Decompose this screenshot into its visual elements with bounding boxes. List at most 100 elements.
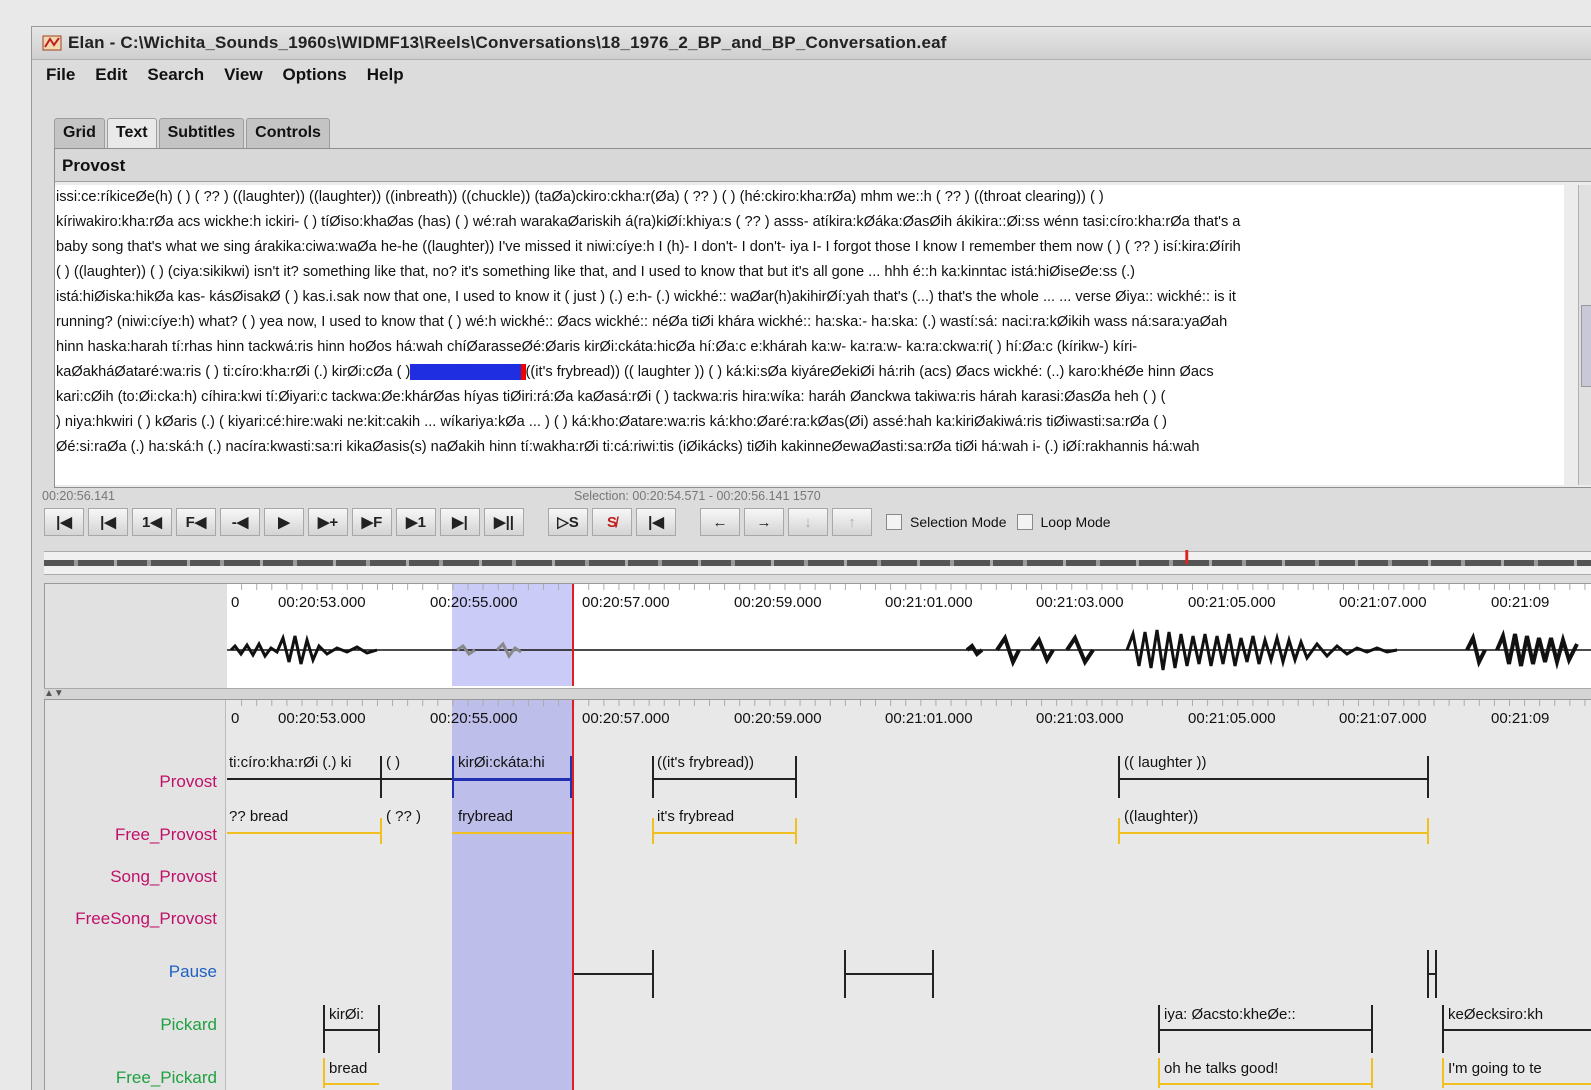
annotation-bar (452, 832, 572, 834)
tier-name-pause[interactable]: Pause (169, 962, 217, 982)
annotation-boundary (1118, 818, 1120, 844)
annotation-provost-selected[interactable]: kirØi:ckáta:hi (458, 754, 570, 771)
annotation-free-provost[interactable]: it's frybread (657, 808, 787, 825)
checkbox-box[interactable] (886, 514, 902, 530)
annotation-provost[interactable]: (( laughter )) (1124, 754, 1324, 771)
next-frame-button[interactable]: ▶| (440, 508, 480, 536)
annotation-pickard[interactable]: kirØi: (329, 1006, 379, 1023)
annotation-pickard[interactable]: keØecksiro:kh (1448, 1006, 1591, 1023)
selection-boundary-button[interactable]: |◀ (636, 508, 676, 536)
annotation-free-pickard[interactable]: I'm going to te (1448, 1060, 1591, 1077)
playhead-crosshair[interactable] (572, 584, 574, 686)
tab-grid[interactable]: Grid (54, 118, 105, 148)
timeline-viewer[interactable]: Provost Free_Provost Song_Provost FreeSo… (44, 699, 1591, 1090)
text-line: istá:hiØiska:hikØa kas- kásØisakØ ( ) ka… (56, 289, 1236, 305)
ruler-label: 00:20:53.000 (278, 594, 366, 611)
annotation-bar (1118, 832, 1428, 834)
selected-annotation-highlight[interactable]: kirØi:ckáta:hicØa (410, 364, 522, 380)
previous-frame-button[interactable]: |◀ (88, 508, 128, 536)
annotation-boundary (380, 756, 382, 798)
loop-mode-checkbox[interactable]: Loop Mode (1016, 514, 1111, 530)
menu-view[interactable]: View (224, 65, 262, 85)
go-to-begin-button[interactable]: |◀ (44, 508, 84, 536)
annotation-free-pickard[interactable]: bread (329, 1060, 379, 1077)
tier-name-freesong-provost[interactable]: FreeSong_Provost (75, 909, 217, 929)
pause-bar[interactable] (844, 973, 932, 975)
ruler-label: 00:20:55.000 (430, 594, 518, 611)
annotation-provost[interactable]: ( ) (386, 754, 426, 771)
waveform-viewer[interactable]: 0 00:20:53.000 00:20:55.000 00:20:57.000… (44, 583, 1591, 689)
scroll-thumb[interactable] (1581, 305, 1591, 387)
text-line: issi:ce:ríkiceØe(h) ( ) ( ?? ) ((laughte… (56, 189, 1104, 205)
waveform (227, 628, 1591, 671)
step-forward-frame-button[interactable]: ▶F (352, 508, 392, 536)
annotation-below-button[interactable]: ↓ (788, 508, 828, 536)
ruler-label: 00:21:05.000 (1188, 710, 1276, 727)
annotation-above-button[interactable]: ↑ (832, 508, 872, 536)
text-line: running? (niwi:cíye:h) what? ( ) yea now… (56, 314, 1228, 330)
waveform-gutter (45, 584, 227, 688)
checkbox-box[interactable] (1016, 514, 1033, 530)
playhead-crosshair[interactable] (572, 700, 574, 1090)
previous-annotation-button[interactable]: ← (700, 508, 740, 536)
menu-edit[interactable]: Edit (95, 65, 127, 85)
tier-selector[interactable]: Provost (55, 149, 1591, 182)
tab-controls[interactable]: Controls (246, 118, 330, 148)
annotation-boundary (795, 818, 797, 844)
timeline-overview[interactable]: I (44, 547, 1591, 575)
ruler-label: 00:20:55.000 (430, 710, 518, 727)
tab-text[interactable]: Text (106, 118, 157, 148)
text-line: kíriwakiro:kha:rØa acs wickhe:h ickiri- … (56, 214, 1241, 230)
clear-selection-button[interactable]: S̸ (592, 508, 632, 536)
text-line: hinn haska:harah tí:rhas hinn tackwá:ris… (56, 339, 1138, 355)
menu-file[interactable]: File (46, 65, 75, 85)
annotation-free-provost[interactable]: ( ?? ) (386, 808, 446, 825)
annotation-free-provost[interactable]: ((laughter)) (1124, 808, 1324, 825)
text-line: ( ) ((laughter)) ( ) (ciya:sikikwi) isn'… (56, 264, 1136, 280)
ruler-label: 00:20:59.000 (734, 594, 822, 611)
text-viewer-area[interactable]: issi:ce:ríkiceØe(h) ( ) ( ?? ) ((laughte… (55, 185, 1564, 485)
tab-subtitles[interactable]: Subtitles (158, 118, 245, 148)
go-to-end-button[interactable]: ▶|| (484, 508, 524, 536)
play-selection-button[interactable]: ▷S (548, 508, 588, 536)
step-forward-second-button[interactable]: ▶1 (396, 508, 436, 536)
annotation-free-pickard[interactable]: oh he talks good! (1164, 1060, 1364, 1077)
pause-bar[interactable] (572, 973, 652, 975)
annotation-provost[interactable]: ti:círo:kha:rØi (.) ki (229, 754, 379, 771)
text-scrollbar[interactable] (1578, 185, 1591, 485)
menu-search[interactable]: Search (147, 65, 204, 85)
menu-help[interactable]: Help (367, 65, 404, 85)
annotation-pickard[interactable]: iya: Øacsto:kheØe:: (1164, 1006, 1364, 1023)
step-forward-pixel-button[interactable]: ▶+ (308, 508, 348, 536)
annotation-bar (380, 778, 452, 780)
tier-name-free-provost[interactable]: Free_Provost (115, 825, 217, 845)
window-title: Elan - C:\Wichita_Sounds_1960s\WIDMF13\R… (68, 33, 947, 52)
step-back-second-button[interactable]: 1◀ (132, 508, 172, 536)
annotation-free-provost[interactable]: frybread (458, 808, 558, 825)
overview-strip (44, 560, 1591, 566)
tier-name-pickard[interactable]: Pickard (160, 1015, 217, 1035)
loop-mode-label: Loop Mode (1040, 514, 1111, 530)
annotation-boundary (1371, 1005, 1373, 1053)
step-back-pixel-button[interactable]: -◀ (220, 508, 260, 536)
annotation-boundary (1427, 818, 1429, 844)
pause-boundary (652, 950, 654, 998)
ruler-label: 00:21:07.000 (1339, 594, 1427, 611)
annotation-boundary (378, 1005, 380, 1053)
selection-mode-checkbox[interactable]: Selection Mode (886, 514, 1007, 530)
tier-names-column: Provost Free_Provost Song_Provost FreeSo… (45, 700, 226, 1090)
elan-app-icon (42, 33, 62, 53)
next-annotation-button[interactable]: → (744, 508, 784, 536)
play-button[interactable]: ▶ (264, 508, 304, 536)
annotation-boundary (380, 818, 382, 844)
tier-name-free-pickard[interactable]: Free_Pickard (116, 1068, 217, 1088)
overview-cursor-icon[interactable]: I (1184, 547, 1190, 570)
annotation-bar (1158, 1029, 1372, 1031)
tier-name-provost[interactable]: Provost (159, 772, 217, 792)
menu-options[interactable]: Options (283, 65, 347, 85)
annotation-boundary (1118, 756, 1120, 798)
tier-name-song-provost[interactable]: Song_Provost (110, 867, 217, 887)
annotation-provost[interactable]: ((it's frybread)) (657, 754, 797, 771)
annotation-free-provost[interactable]: ?? bread (229, 808, 369, 825)
step-back-frame-button[interactable]: F◀ (176, 508, 216, 536)
